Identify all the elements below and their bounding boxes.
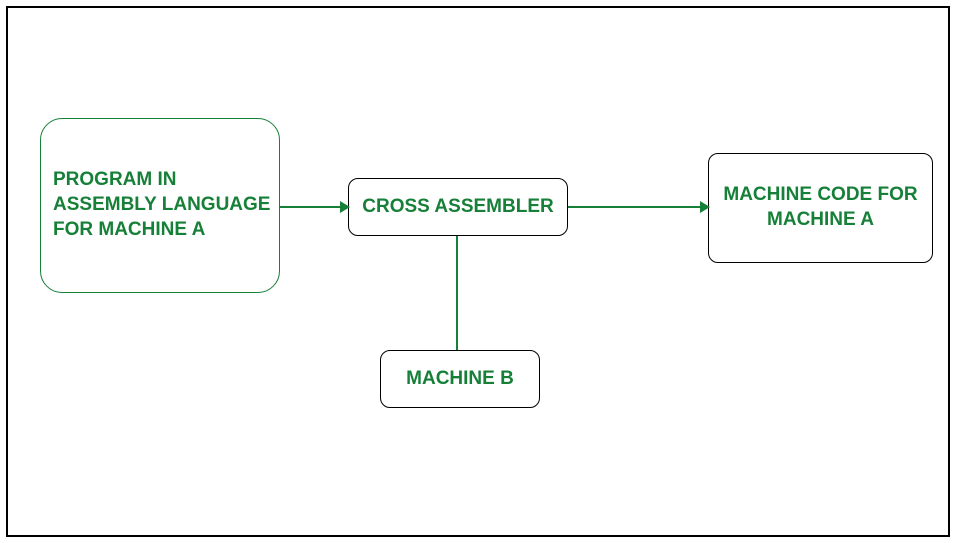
- node-assembler-label: CROSS ASSEMBLER: [362, 196, 553, 218]
- node-input-label: PROGRAM IN ASSEMBLY LANGUAGE FOR MACHINE…: [53, 168, 279, 242]
- node-output-machine-code: MACHINE CODE FOR MACHINE A: [708, 153, 933, 263]
- edge-assembler-to-machineb: [456, 236, 458, 350]
- node-machineb-label: MACHINE B: [406, 368, 514, 390]
- node-input-program: PROGRAM IN ASSEMBLY LANGUAGE FOR MACHINE…: [40, 118, 280, 293]
- node-machine-b: MACHINE B: [380, 350, 540, 408]
- arrowhead-icon: [700, 201, 710, 213]
- edge-assembler-to-output: [568, 206, 708, 208]
- arrowhead-icon: [340, 201, 350, 213]
- node-cross-assembler: CROSS ASSEMBLER: [348, 178, 568, 236]
- edge-input-to-assembler: [280, 206, 348, 208]
- node-output-label: MACHINE CODE FOR MACHINE A: [709, 183, 932, 232]
- diagram-frame: PROGRAM IN ASSEMBLY LANGUAGE FOR MACHINE…: [6, 6, 950, 537]
